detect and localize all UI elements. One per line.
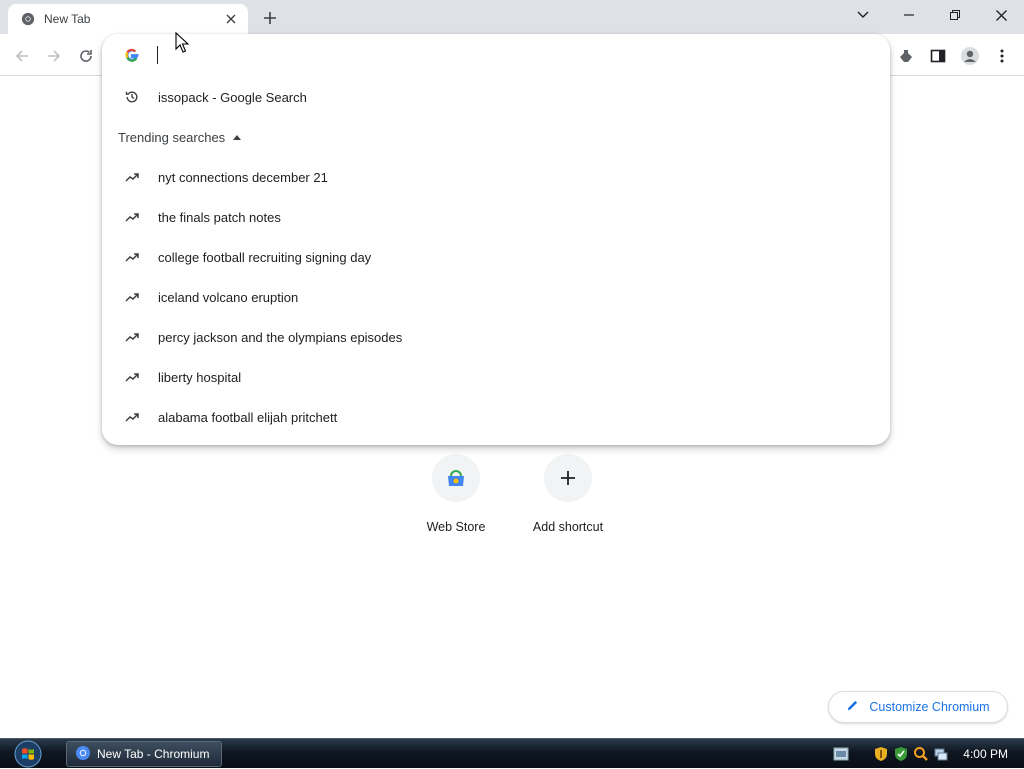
trending-item[interactable]: iceland volcano eruption [102, 277, 890, 317]
restore-button[interactable] [932, 0, 978, 30]
shield-icon[interactable] [873, 746, 889, 762]
trending-up-icon [124, 249, 140, 265]
trending-up-icon [124, 409, 140, 425]
trending-text: alabama football elijah pritchett [158, 409, 338, 425]
profile-avatar-icon[interactable] [956, 42, 984, 70]
minimize-button[interactable] [886, 0, 932, 30]
suggestion-text: issopack - Google Search [158, 89, 307, 105]
omnibox-dropdown: issopack - Google Search Trending search… [102, 34, 890, 445]
search-tray-icon[interactable] [913, 746, 929, 762]
security-check-icon[interactable] [893, 746, 909, 762]
trending-item[interactable]: college football recruiting signing day [102, 237, 890, 277]
trending-up-icon [124, 369, 140, 385]
trending-text: nyt connections december 21 [158, 169, 328, 185]
trending-item[interactable]: liberty hospital [102, 357, 890, 397]
new-tab-button[interactable] [258, 6, 282, 30]
suggestion-history[interactable]: issopack - Google Search [102, 77, 890, 117]
customize-label: Customize Chromium [869, 700, 990, 714]
trending-item[interactable]: nyt connections december 21 [102, 157, 890, 197]
mouse-cursor-icon [175, 32, 189, 53]
webstore-icon [432, 454, 480, 502]
trending-item[interactable]: the finals patch notes [102, 197, 890, 237]
trending-searches-header[interactable]: Trending searches [118, 126, 242, 148]
taskbar-item-chromium[interactable]: New Tab - Chromium [66, 741, 222, 767]
trending-header-label: Trending searches [118, 129, 226, 145]
tab-search-button[interactable] [840, 0, 886, 30]
tab-close-icon[interactable] [222, 10, 240, 28]
omnibox[interactable] [102, 34, 890, 76]
trending-text: the finals patch notes [158, 209, 281, 225]
pencil-icon [846, 699, 859, 715]
network-icon[interactable] [933, 746, 949, 762]
trending-text: liberty hospital [158, 369, 242, 385]
back-button[interactable] [8, 42, 36, 70]
plus-icon [544, 454, 592, 502]
clock[interactable]: 4:00 PM [963, 747, 1008, 761]
omnibox-input[interactable] [158, 47, 758, 63]
extensions-icon[interactable] [892, 42, 920, 70]
chromium-icon [75, 745, 91, 764]
chevron-up-icon [233, 134, 242, 140]
tab-title: New Tab [44, 12, 91, 26]
tab-new-tab[interactable]: New Tab [8, 4, 248, 34]
trending-up-icon [124, 329, 140, 345]
reload-button[interactable] [72, 42, 100, 70]
trending-item[interactable]: alabama football elijah pritchett [102, 397, 890, 437]
system-tray: 4:00 PM [833, 739, 1024, 769]
text-caret [157, 46, 158, 64]
trending-up-icon [124, 169, 140, 185]
trending-text: iceland volcano eruption [158, 289, 299, 305]
google-g-icon [124, 47, 140, 63]
shortcut-label: Add shortcut [532, 520, 604, 534]
menu-icon[interactable] [988, 42, 1016, 70]
side-panel-icon[interactable] [924, 42, 952, 70]
taskbar: New Tab - Chromium 4:00 PM [0, 738, 1024, 768]
tab-strip: New Tab [0, 0, 1024, 34]
chromium-icon [20, 11, 36, 27]
history-icon [124, 89, 140, 105]
trending-text: college football recruiting signing day [158, 249, 372, 265]
keyboard-icon[interactable] [833, 746, 849, 762]
trending-up-icon [124, 289, 140, 305]
start-button[interactable] [10, 739, 46, 769]
trending-text: percy jackson and the olympians episodes [158, 329, 403, 345]
shortcut-add[interactable]: Add shortcut [520, 454, 616, 534]
shortcut-label: Web Store [426, 520, 486, 534]
forward-button[interactable] [40, 42, 68, 70]
shortcut-web-store[interactable]: Web Store [408, 454, 504, 534]
trending-item[interactable]: percy jackson and the olympians episodes [102, 317, 890, 357]
close-window-button[interactable] [978, 0, 1024, 30]
trending-up-icon [124, 209, 140, 225]
customize-chromium-button[interactable]: Customize Chromium [828, 691, 1008, 723]
taskbar-item-label: New Tab - Chromium [97, 747, 210, 761]
